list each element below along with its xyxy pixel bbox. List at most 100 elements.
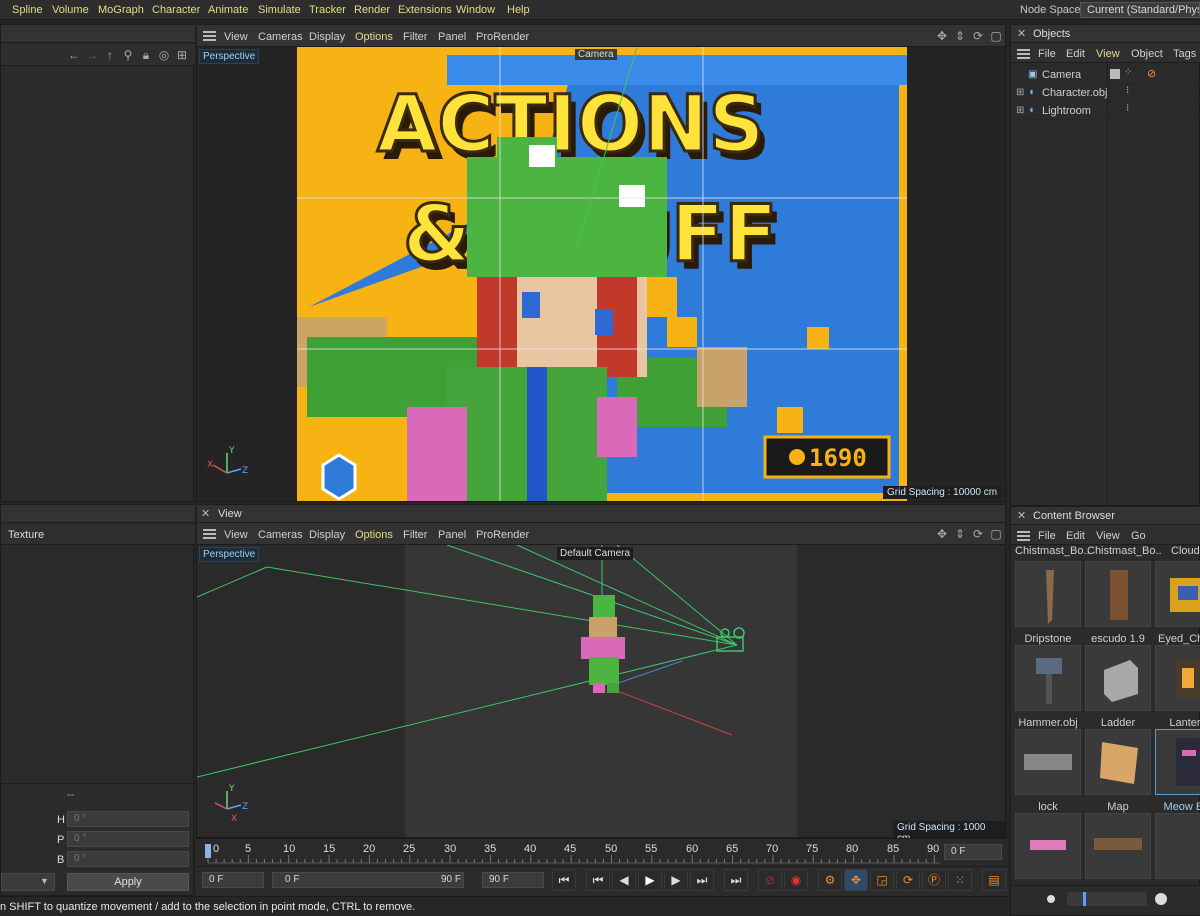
film-strip-icon[interactable]: ▤ [982,869,1006,891]
previous-key-icon[interactable]: ⏮ [586,869,610,891]
search-icon[interactable]: ⚲ [121,48,135,62]
expand-icon[interactable]: ⊞ [1016,87,1024,98]
close-icon[interactable]: ✕ [1017,509,1026,522]
forward-arrow-icon[interactable]: → [85,48,99,62]
menu-spline[interactable]: Spline [12,4,43,16]
vp-menu-filter[interactable]: Filter [403,31,427,43]
objects-menu-view[interactable]: View [1096,48,1120,60]
vp-menu-options[interactable]: Options [355,31,393,43]
menu-character[interactable]: Character [152,4,200,16]
start-frame-field[interactable]: 0 F [202,872,264,888]
asset-escudo[interactable]: escudo 1.9 [1085,561,1151,645]
previous-frame-icon[interactable]: ◀ [612,869,636,891]
perspective-label[interactable]: Perspective [199,547,260,562]
menu-extensions[interactable]: Extensions [398,4,452,16]
object-row-lightroom[interactable]: ⊞ ◖ Lightroom ⁝ [1012,102,1200,120]
back-arrow-icon[interactable]: ← [67,48,81,62]
point-level-key-icon[interactable]: ⁙ [948,869,972,891]
vp-menu-panel[interactable]: Panel [438,31,466,43]
menu-window[interactable]: Window [456,4,495,16]
maximize-view-icon[interactable]: ▢ [989,527,1003,541]
objects-menu-object[interactable]: Object [1131,48,1163,60]
asset-lock[interactable]: lock [1015,729,1081,813]
vp-menu-display[interactable]: Display [309,31,345,43]
menu-tracker[interactable]: Tracker [309,4,346,16]
maximize-view-icon[interactable]: ▢ [989,29,1003,43]
rotation-h-field[interactable]: 0 ° [67,811,189,827]
play-forward-icon[interactable]: ▶ [638,869,662,891]
close-icon[interactable]: ✕ [1017,27,1026,40]
asset-label-cut[interactable]: Chistmast_Bo.. [1087,545,1162,557]
asset-map[interactable]: Map [1085,729,1151,813]
node-space-dropdown[interactable]: Current (Standard/Physical) [1080,2,1200,18]
rotation-b-field[interactable]: 0 ° [67,851,189,867]
new-window-icon[interactable]: ⊞ [175,48,189,62]
vp-menu-prorender[interactable]: ProRender [476,31,529,43]
position-key-icon[interactable]: ✥ [844,869,868,891]
hamburger-menu-icon[interactable] [1017,49,1030,59]
menu-help[interactable]: Help [507,4,530,16]
camera-label[interactable]: Camera [575,49,617,60]
vp-menu-cameras[interactable]: Cameras [258,31,303,43]
preview-range-slider[interactable]: 0 F 90 F [272,872,464,888]
asset-partial[interactable] [1155,813,1200,879]
menu-simulate[interactable]: Simulate [258,4,301,16]
asset-eyed-chest[interactable]: Eyed_Chest [1155,561,1200,645]
vp-menu-view[interactable]: View [224,529,248,541]
asset-meow-bot[interactable]: Meow Bot [1155,729,1200,813]
coordinate-mode-dropdown[interactable]: ▼ [1,873,55,891]
close-icon[interactable]: ✕ [201,507,210,520]
go-to-end-icon[interactable]: ⏭ [724,869,748,891]
objects-menu-edit[interactable]: Edit [1066,48,1085,60]
asset-ladder[interactable]: Ladder [1085,645,1151,729]
hamburger-menu-icon[interactable] [203,529,216,539]
perspective-label[interactable]: Perspective [199,49,260,64]
menu-mograph[interactable]: MoGraph [98,4,144,16]
asset-lantern[interactable]: Lantern [1155,645,1200,729]
keyframe-selection-icon[interactable]: ⚙ [818,869,842,891]
apply-button[interactable]: Apply [67,873,189,891]
cb-menu-file[interactable]: File [1038,530,1056,542]
vp-menu-display[interactable]: Display [309,529,345,541]
asset-label-cut[interactable]: Clouds [1171,545,1200,557]
bottom-viewport-canvas[interactable]: Perspective Default Camera Y X Z Grid Sp… [197,545,1005,845]
visibility-dots-icon[interactable]: ⁝ [1126,103,1129,114]
record-disabled-icon[interactable]: ⊘ [758,869,782,891]
cb-menu-view[interactable]: View [1096,530,1120,542]
zoom-large-icon[interactable] [1155,893,1167,905]
vp-menu-panel[interactable]: Panel [438,529,466,541]
menu-volume[interactable]: Volume [52,4,89,16]
asset-partial[interactable] [1085,813,1151,879]
thumbnail-size-slider[interactable] [1067,892,1147,906]
parameter-key-icon[interactable]: Ⓟ [922,869,946,891]
asset-partial[interactable] [1015,813,1081,879]
default-camera-label[interactable]: Default Camera [557,547,634,560]
hamburger-menu-icon[interactable] [203,31,216,41]
object-row-camera[interactable]: ▣ Camera ⁘ ⊘ [1012,66,1200,84]
visibility-dots-icon[interactable]: ⁝ [1126,85,1129,96]
lock-icon[interactable]: 🔒︎ [139,48,153,62]
asset-hammer[interactable]: Hammer.obj [1015,645,1081,729]
cb-menu-go[interactable]: Go [1131,530,1146,542]
vp-menu-options[interactable]: Options [355,529,393,541]
next-key-icon[interactable]: ⏭ [690,869,714,891]
vp-menu-filter[interactable]: Filter [403,529,427,541]
zoom-view-icon[interactable]: ⇕ [953,527,967,541]
layer-checkbox-icon[interactable] [1110,69,1120,79]
asset-label-cut[interactable]: Chistmast_Bo.. [1015,545,1090,557]
end-frame-field[interactable]: 90 F [482,872,544,888]
zoom-small-icon[interactable] [1047,895,1055,903]
cb-menu-edit[interactable]: Edit [1066,530,1085,542]
rotate-view-icon[interactable]: ⟳ [971,527,985,541]
hamburger-menu-icon[interactable] [1017,531,1030,541]
up-arrow-icon[interactable]: ↑ [103,48,117,62]
vp-menu-prorender[interactable]: ProRender [476,529,529,541]
protection-tag-icon[interactable]: ⊘ [1147,67,1156,80]
move-view-icon[interactable]: ✥ [935,29,949,43]
rotation-key-icon[interactable]: ⟳ [896,869,920,891]
objects-menu-file[interactable]: File [1038,48,1056,60]
menu-animate[interactable]: Animate [208,4,248,16]
zoom-view-icon[interactable]: ⇕ [953,29,967,43]
rotate-view-icon[interactable]: ⟳ [971,29,985,43]
target-icon[interactable]: ◎ [157,48,171,62]
